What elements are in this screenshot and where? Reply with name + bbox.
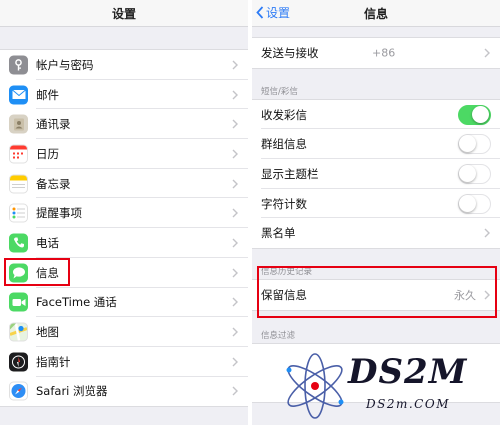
chevron-right-icon (232, 386, 238, 396)
settings-item-notes[interactable]: 备忘录 (0, 169, 248, 199)
watermark-domain: DS2m.COM (366, 397, 450, 411)
settings-item-reminders[interactable]: 提醒事项 (0, 198, 248, 229)
settings-item-phone[interactable]: 电话 (0, 228, 248, 258)
chevron-right-icon (232, 208, 238, 218)
messages-navbar: 设置 信息 (252, 0, 500, 27)
phone-icon (9, 233, 28, 253)
mms-label: 收发彩信 (261, 107, 307, 122)
settings-item-label: 提醒事项 (36, 206, 82, 221)
settings-item-accounts[interactable]: 帐户与密码 (0, 50, 248, 80)
safari-icon (9, 381, 28, 401)
send-receive-label: 发送与接收 (261, 45, 319, 60)
send-receive-value: +86 (372, 46, 396, 60)
settings-item-safari[interactable]: Safari 浏览器 (0, 377, 248, 407)
watermark: DS2M DS2m.COM (280, 350, 495, 422)
send-receive-group: 发送与接收 +86 (252, 37, 500, 69)
facetime-icon (9, 292, 28, 312)
settings-item-compass[interactable]: 指南针 (0, 347, 248, 377)
chevron-right-icon (232, 238, 238, 248)
subject-field-label: 显示主题栏 (261, 166, 319, 181)
chevron-right-icon (232, 327, 238, 337)
chevron-right-icon (484, 48, 490, 58)
settings-item-messages[interactable]: 信息 (0, 258, 248, 288)
keep-messages-label: 保留信息 (261, 287, 307, 302)
group-messaging-row: 群组信息 (252, 129, 500, 160)
messages-icon (9, 263, 28, 283)
settings-group: 帐户与密码 邮件 通讯录 日历 备忘录 提醒事项 电话 信息 FaceTime … (0, 49, 248, 408)
settings-item-label: 信息 (36, 265, 59, 280)
mms-toggle-row: 收发彩信 (252, 100, 500, 130)
contacts-icon (9, 114, 28, 134)
chevron-right-icon (232, 90, 238, 100)
subject-field-switch[interactable] (458, 163, 491, 184)
settings-item-maps[interactable]: 地图 (0, 317, 248, 347)
settings-item-label: 电话 (36, 235, 59, 250)
filter-section-header: 信息过滤 (261, 330, 296, 341)
chevron-right-icon (232, 149, 238, 159)
character-count-row: 字符计数 (252, 189, 500, 219)
settings-item-label: FaceTime 通话 (36, 295, 117, 310)
settings-item-label: 指南针 (36, 354, 71, 369)
settings-pane: 设置 帐户与密码 邮件 通讯录 日历 备忘录 提醒事项 电话 信息 FaceTi… (0, 0, 248, 425)
messages-title: 信息 (363, 7, 388, 21)
watermark-brand: DS2M (348, 352, 468, 392)
chevron-right-icon (232, 357, 238, 367)
settings-item-facetime[interactable]: FaceTime 通话 (0, 288, 248, 318)
atom-logo-icon (286, 353, 344, 419)
settings-item-label: 日历 (36, 146, 59, 161)
settings-item-calendar[interactable]: 日历 (0, 139, 248, 169)
mms-switch[interactable] (458, 104, 491, 125)
settings-navbar: 设置 (0, 0, 248, 27)
mail-icon (9, 85, 28, 105)
settings-item-contacts[interactable]: 通讯录 (0, 109, 248, 140)
blocked-label: 黑名单 (261, 226, 296, 241)
sms-section-header: 短信/彩信 (261, 86, 298, 97)
settings-item-label: 地图 (36, 325, 59, 340)
chevron-right-icon (232, 297, 238, 307)
maps-icon (9, 322, 28, 342)
settings-item-label: 通讯录 (36, 117, 71, 132)
settings-title: 设置 (111, 7, 136, 21)
settings-item-label: 备忘录 (36, 176, 71, 191)
settings-item-label: 邮件 (36, 87, 59, 102)
settings-item-label: Safari 浏览器 (36, 384, 108, 399)
chevron-right-icon (232, 179, 238, 189)
notes-icon (9, 174, 28, 194)
settings-item-label: 帐户与密码 (36, 57, 94, 72)
calendar-icon (9, 144, 28, 164)
chevron-right-icon (484, 228, 490, 238)
send-receive-row[interactable]: 发送与接收 +86 (252, 38, 500, 68)
reminders-icon (9, 203, 28, 223)
history-group: 保留信息 永久 (252, 279, 500, 311)
compass-icon (9, 352, 28, 372)
blocked-row[interactable]: 黑名单 (252, 218, 500, 248)
character-count-switch[interactable] (458, 193, 491, 214)
keep-messages-row[interactable]: 保留信息 永久 (252, 280, 500, 310)
key-icon (9, 55, 28, 75)
chevron-right-icon (232, 60, 238, 70)
chevron-right-icon (232, 119, 238, 129)
group-messaging-label: 群组信息 (261, 137, 307, 152)
subject-field-row: 显示主题栏 (252, 159, 500, 189)
keep-messages-value: 永久 (454, 288, 476, 302)
history-section-header: 信息历史记录 (261, 267, 313, 278)
chevron-right-icon (484, 290, 490, 300)
sms-group: 收发彩信 群组信息 显示主题栏 字符计数 黑名单 (252, 98, 500, 250)
chevron-right-icon (232, 268, 238, 278)
character-count-label: 字符计数 (261, 196, 307, 211)
settings-item-mail[interactable]: 邮件 (0, 80, 248, 110)
group-messaging-switch[interactable] (458, 134, 491, 155)
